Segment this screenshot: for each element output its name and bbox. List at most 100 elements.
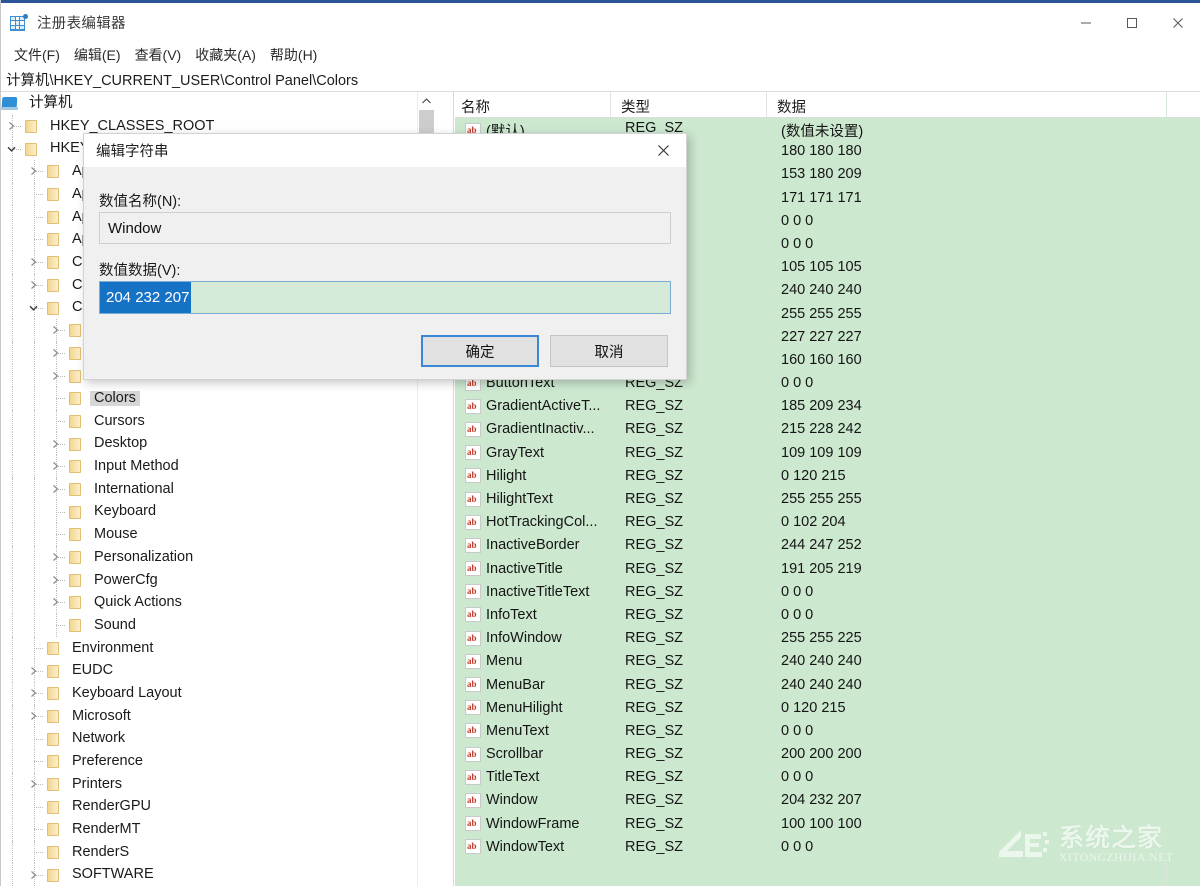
value-row[interactable]: Window REG_SZ 204 232 207 xyxy=(455,790,1200,814)
value-row[interactable]: MenuBar REG_SZ 240 240 240 xyxy=(455,674,1200,698)
chevron-right-icon[interactable] xyxy=(29,870,38,879)
chevron-right-icon[interactable] xyxy=(51,485,60,494)
chevron-right-icon[interactable] xyxy=(29,167,38,176)
address-bar[interactable]: 计算机\HKEY_CURRENT_USER\Control Panel\Colo… xyxy=(1,68,1200,92)
column-divider[interactable] xyxy=(766,92,767,118)
chevron-right-icon[interactable] xyxy=(7,122,16,131)
column-divider[interactable] xyxy=(610,92,611,118)
chevron-right-icon[interactable] xyxy=(29,689,38,698)
tree-item-software[interactable]: SOFTWARE xyxy=(1,863,434,886)
chevron-right-icon[interactable] xyxy=(51,553,60,562)
chevron-right-icon[interactable] xyxy=(51,371,60,380)
tree-item-rendermt[interactable]: RenderMT xyxy=(1,818,434,841)
chevron-right-icon[interactable] xyxy=(29,280,38,289)
tree-indent-guide xyxy=(23,523,45,546)
tree-item-label: Preference xyxy=(72,753,143,770)
dialog-title-bar: 编辑字符串 xyxy=(84,134,686,167)
value-name-cell: HilightText xyxy=(465,491,553,507)
value-row[interactable]: HilightText REG_SZ 255 255 255 xyxy=(455,489,1200,513)
tree-item--[interactable]: 计算机 xyxy=(1,92,434,115)
tree-item-mouse[interactable]: Mouse xyxy=(1,523,434,546)
tree-item-personalization[interactable]: Personalization xyxy=(1,545,434,569)
value-row[interactable]: InactiveTitle REG_SZ 191 205 219 xyxy=(455,558,1200,582)
folder-icon xyxy=(45,732,62,746)
tree-indent-guide xyxy=(1,273,23,297)
value-name-cell: InactiveTitleText xyxy=(465,584,589,600)
value-name-cell: Window xyxy=(465,792,538,808)
tree-item-printers[interactable]: Printers xyxy=(1,772,434,796)
column-header-data[interactable]: 数据 xyxy=(771,96,806,117)
chevron-right-icon[interactable] xyxy=(51,326,60,335)
value-row[interactable]: WindowFrame REG_SZ 100 100 100 xyxy=(455,813,1200,837)
menu-item-4[interactable]: 帮助(H) xyxy=(264,43,325,68)
column-header-name[interactable]: 名称 xyxy=(455,96,490,117)
tree-item-input-method[interactable]: Input Method xyxy=(1,455,434,478)
menu-item-2[interactable]: 查看(V) xyxy=(129,43,190,68)
value-row[interactable]: Scrollbar REG_SZ 200 200 200 xyxy=(455,744,1200,768)
tree-item-preference[interactable]: Preference xyxy=(1,749,434,773)
scroll-up-arrow-icon[interactable] xyxy=(418,92,434,109)
tree-item-cursors[interactable]: Cursors xyxy=(1,409,434,433)
column-header-type[interactable]: 类型 xyxy=(615,96,650,117)
chevron-right-icon[interactable] xyxy=(51,598,60,607)
tree-indent-guide xyxy=(23,727,45,750)
value-row[interactable]: GradientActiveT... REG_SZ 185 209 234 xyxy=(455,396,1200,420)
dialog-close-button[interactable] xyxy=(641,134,686,167)
tree-item-keyboard-layout[interactable]: Keyboard Layout xyxy=(1,681,434,705)
tree-item-colors[interactable]: Colors xyxy=(1,386,434,410)
tree-item-international[interactable]: International xyxy=(1,477,434,501)
value-data-input[interactable]: 204 232 207 xyxy=(99,281,671,314)
tree-item-eudc[interactable]: EUDC xyxy=(1,659,434,682)
chevron-right-icon[interactable] xyxy=(29,779,38,788)
cancel-button[interactable]: 取消 xyxy=(550,335,668,367)
chevron-down-icon[interactable] xyxy=(7,144,16,153)
tree-indent-guide xyxy=(1,477,23,501)
value-row[interactable]: MenuText REG_SZ 0 0 0 xyxy=(455,720,1200,745)
tree-item-environment[interactable]: Environment xyxy=(1,636,434,660)
value-row[interactable]: InfoText REG_SZ 0 0 0 xyxy=(455,604,1200,629)
tree-indent-guide xyxy=(1,840,23,864)
tree-item-network[interactable]: Network xyxy=(1,727,434,750)
chevron-right-icon[interactable] xyxy=(51,439,60,448)
value-row[interactable]: Menu REG_SZ 240 240 240 xyxy=(455,651,1200,675)
folder-icon xyxy=(67,573,84,587)
value-name-cell: GrayText xyxy=(465,445,544,461)
tree-item-rendergpu[interactable]: RenderGPU xyxy=(1,795,434,818)
chevron-right-icon[interactable] xyxy=(51,462,60,471)
menu-item-0[interactable]: 文件(F) xyxy=(8,43,68,68)
chevron-right-icon[interactable] xyxy=(51,575,60,584)
tree-item-keyboard[interactable]: Keyboard xyxy=(1,500,434,524)
value-name-cell: InactiveBorder xyxy=(465,537,580,553)
chevron-right-icon[interactable] xyxy=(51,348,60,357)
value-row[interactable]: MenuHilight REG_SZ 0 120 215 xyxy=(455,697,1200,721)
menu-item-1[interactable]: 编辑(E) xyxy=(68,43,129,68)
value-row[interactable]: TitleText REG_SZ 0 0 0 xyxy=(455,767,1200,791)
value-row[interactable]: GradientInactiv... REG_SZ 215 228 242 xyxy=(455,419,1200,443)
value-row[interactable]: HotTrackingCol... REG_SZ 0 102 204 xyxy=(455,512,1200,536)
menu-item-3[interactable]: 收藏夹(A) xyxy=(189,43,264,68)
tree-item-microsoft[interactable]: Microsoft xyxy=(1,704,434,728)
chevron-right-icon[interactable] xyxy=(29,711,38,720)
value-name-text: GradientActiveT... xyxy=(486,398,601,415)
tree-item-sound[interactable]: Sound xyxy=(1,613,434,637)
folder-icon xyxy=(67,437,84,451)
tree-item-quick-actions[interactable]: Quick Actions xyxy=(1,591,434,614)
ok-button[interactable]: 确定 xyxy=(421,335,539,367)
value-data-cell: 180 180 180 xyxy=(781,143,862,160)
value-row[interactable]: WindowText REG_SZ 0 0 0 xyxy=(455,836,1200,860)
tree-item-powercfg[interactable]: PowerCfg xyxy=(1,568,434,592)
chevron-right-icon[interactable] xyxy=(29,666,38,675)
tree-item-renders[interactable]: RenderS xyxy=(1,840,434,864)
value-row[interactable]: GrayText REG_SZ 109 109 109 xyxy=(455,442,1200,466)
value-row[interactable]: InfoWindow REG_SZ 255 255 225 xyxy=(455,628,1200,652)
value-row[interactable]: InactiveBorder REG_SZ 244 247 252 xyxy=(455,535,1200,559)
value-name-input[interactable]: Window xyxy=(99,212,671,244)
value-row[interactable]: Hilight REG_SZ 0 120 215 xyxy=(455,465,1200,489)
minimize-button[interactable] xyxy=(1063,3,1109,42)
close-button[interactable] xyxy=(1155,3,1200,42)
chevron-right-icon[interactable] xyxy=(29,258,38,267)
maximize-button[interactable] xyxy=(1109,3,1155,42)
chevron-down-icon[interactable] xyxy=(29,303,38,312)
tree-item-desktop[interactable]: Desktop xyxy=(1,432,434,455)
value-row[interactable]: InactiveTitleText REG_SZ 0 0 0 xyxy=(455,581,1200,605)
